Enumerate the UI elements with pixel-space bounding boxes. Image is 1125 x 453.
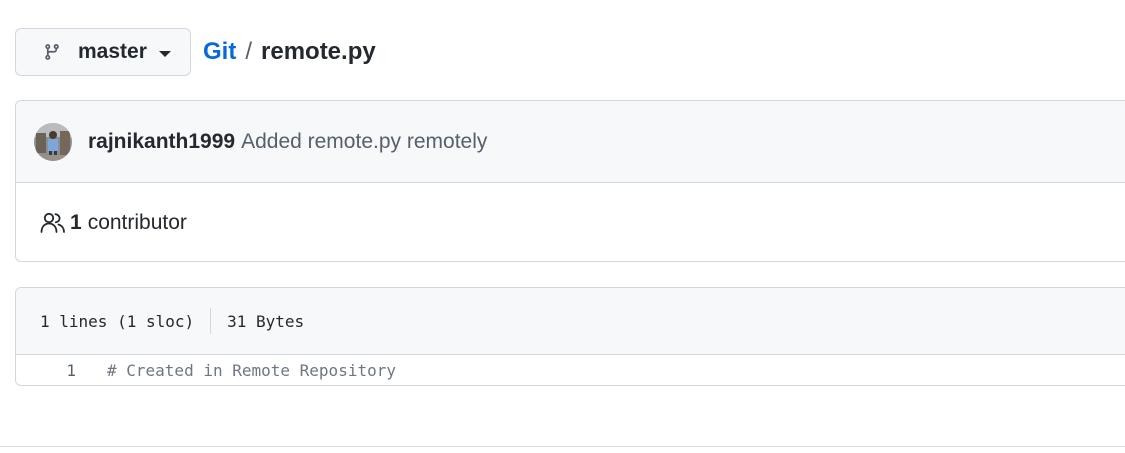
- breadcrumb-separator: /: [245, 38, 252, 65]
- file-line-count: 1 lines (1 sloc): [40, 311, 195, 331]
- file-navigation: master Git / remote.py: [15, 28, 376, 76]
- breadcrumb-file-name: remote.py: [261, 38, 376, 65]
- line-content: # Created in Remote Repository: [107, 361, 396, 380]
- avatar[interactable]: [34, 122, 72, 161]
- line-number[interactable]: 1: [16, 361, 76, 380]
- breadcrumb-repo-link[interactable]: Git: [203, 38, 236, 66]
- file-content-box: 1 lines (1 sloc) 31 Bytes 1 # Created in…: [15, 287, 1125, 386]
- page-divider: [0, 446, 1125, 447]
- commit-message-link[interactable]: Added remote.py remotely: [241, 130, 487, 154]
- breadcrumb: Git / remote.py: [203, 38, 376, 66]
- commit-author-link[interactable]: rajnikanth1999: [88, 130, 235, 154]
- contributors-row[interactable]: 1 contributor: [16, 183, 1125, 261]
- contributor-label: contributor: [87, 211, 187, 234]
- people-icon: [40, 212, 66, 234]
- commit-header: rajnikanth1999 Added remote.py remotely: [16, 101, 1125, 183]
- contributor-count: 1: [70, 211, 82, 234]
- branch-name: master: [78, 40, 147, 63]
- file-view-page: master Git / remote.py rajnikanth1999 Ad…: [0, 0, 1125, 453]
- code-line: 1 # Created in Remote Repository: [16, 355, 1125, 385]
- file-size: 31 Bytes: [227, 311, 305, 331]
- file-info-divider: [210, 308, 212, 334]
- latest-commit-box: rajnikanth1999 Added remote.py remotely …: [15, 100, 1125, 262]
- chevron-down-icon: [158, 50, 171, 57]
- git-branch-icon: [42, 42, 62, 62]
- file-info-header: 1 lines (1 sloc) 31 Bytes: [16, 288, 1125, 355]
- branch-select-button[interactable]: master: [15, 28, 191, 76]
